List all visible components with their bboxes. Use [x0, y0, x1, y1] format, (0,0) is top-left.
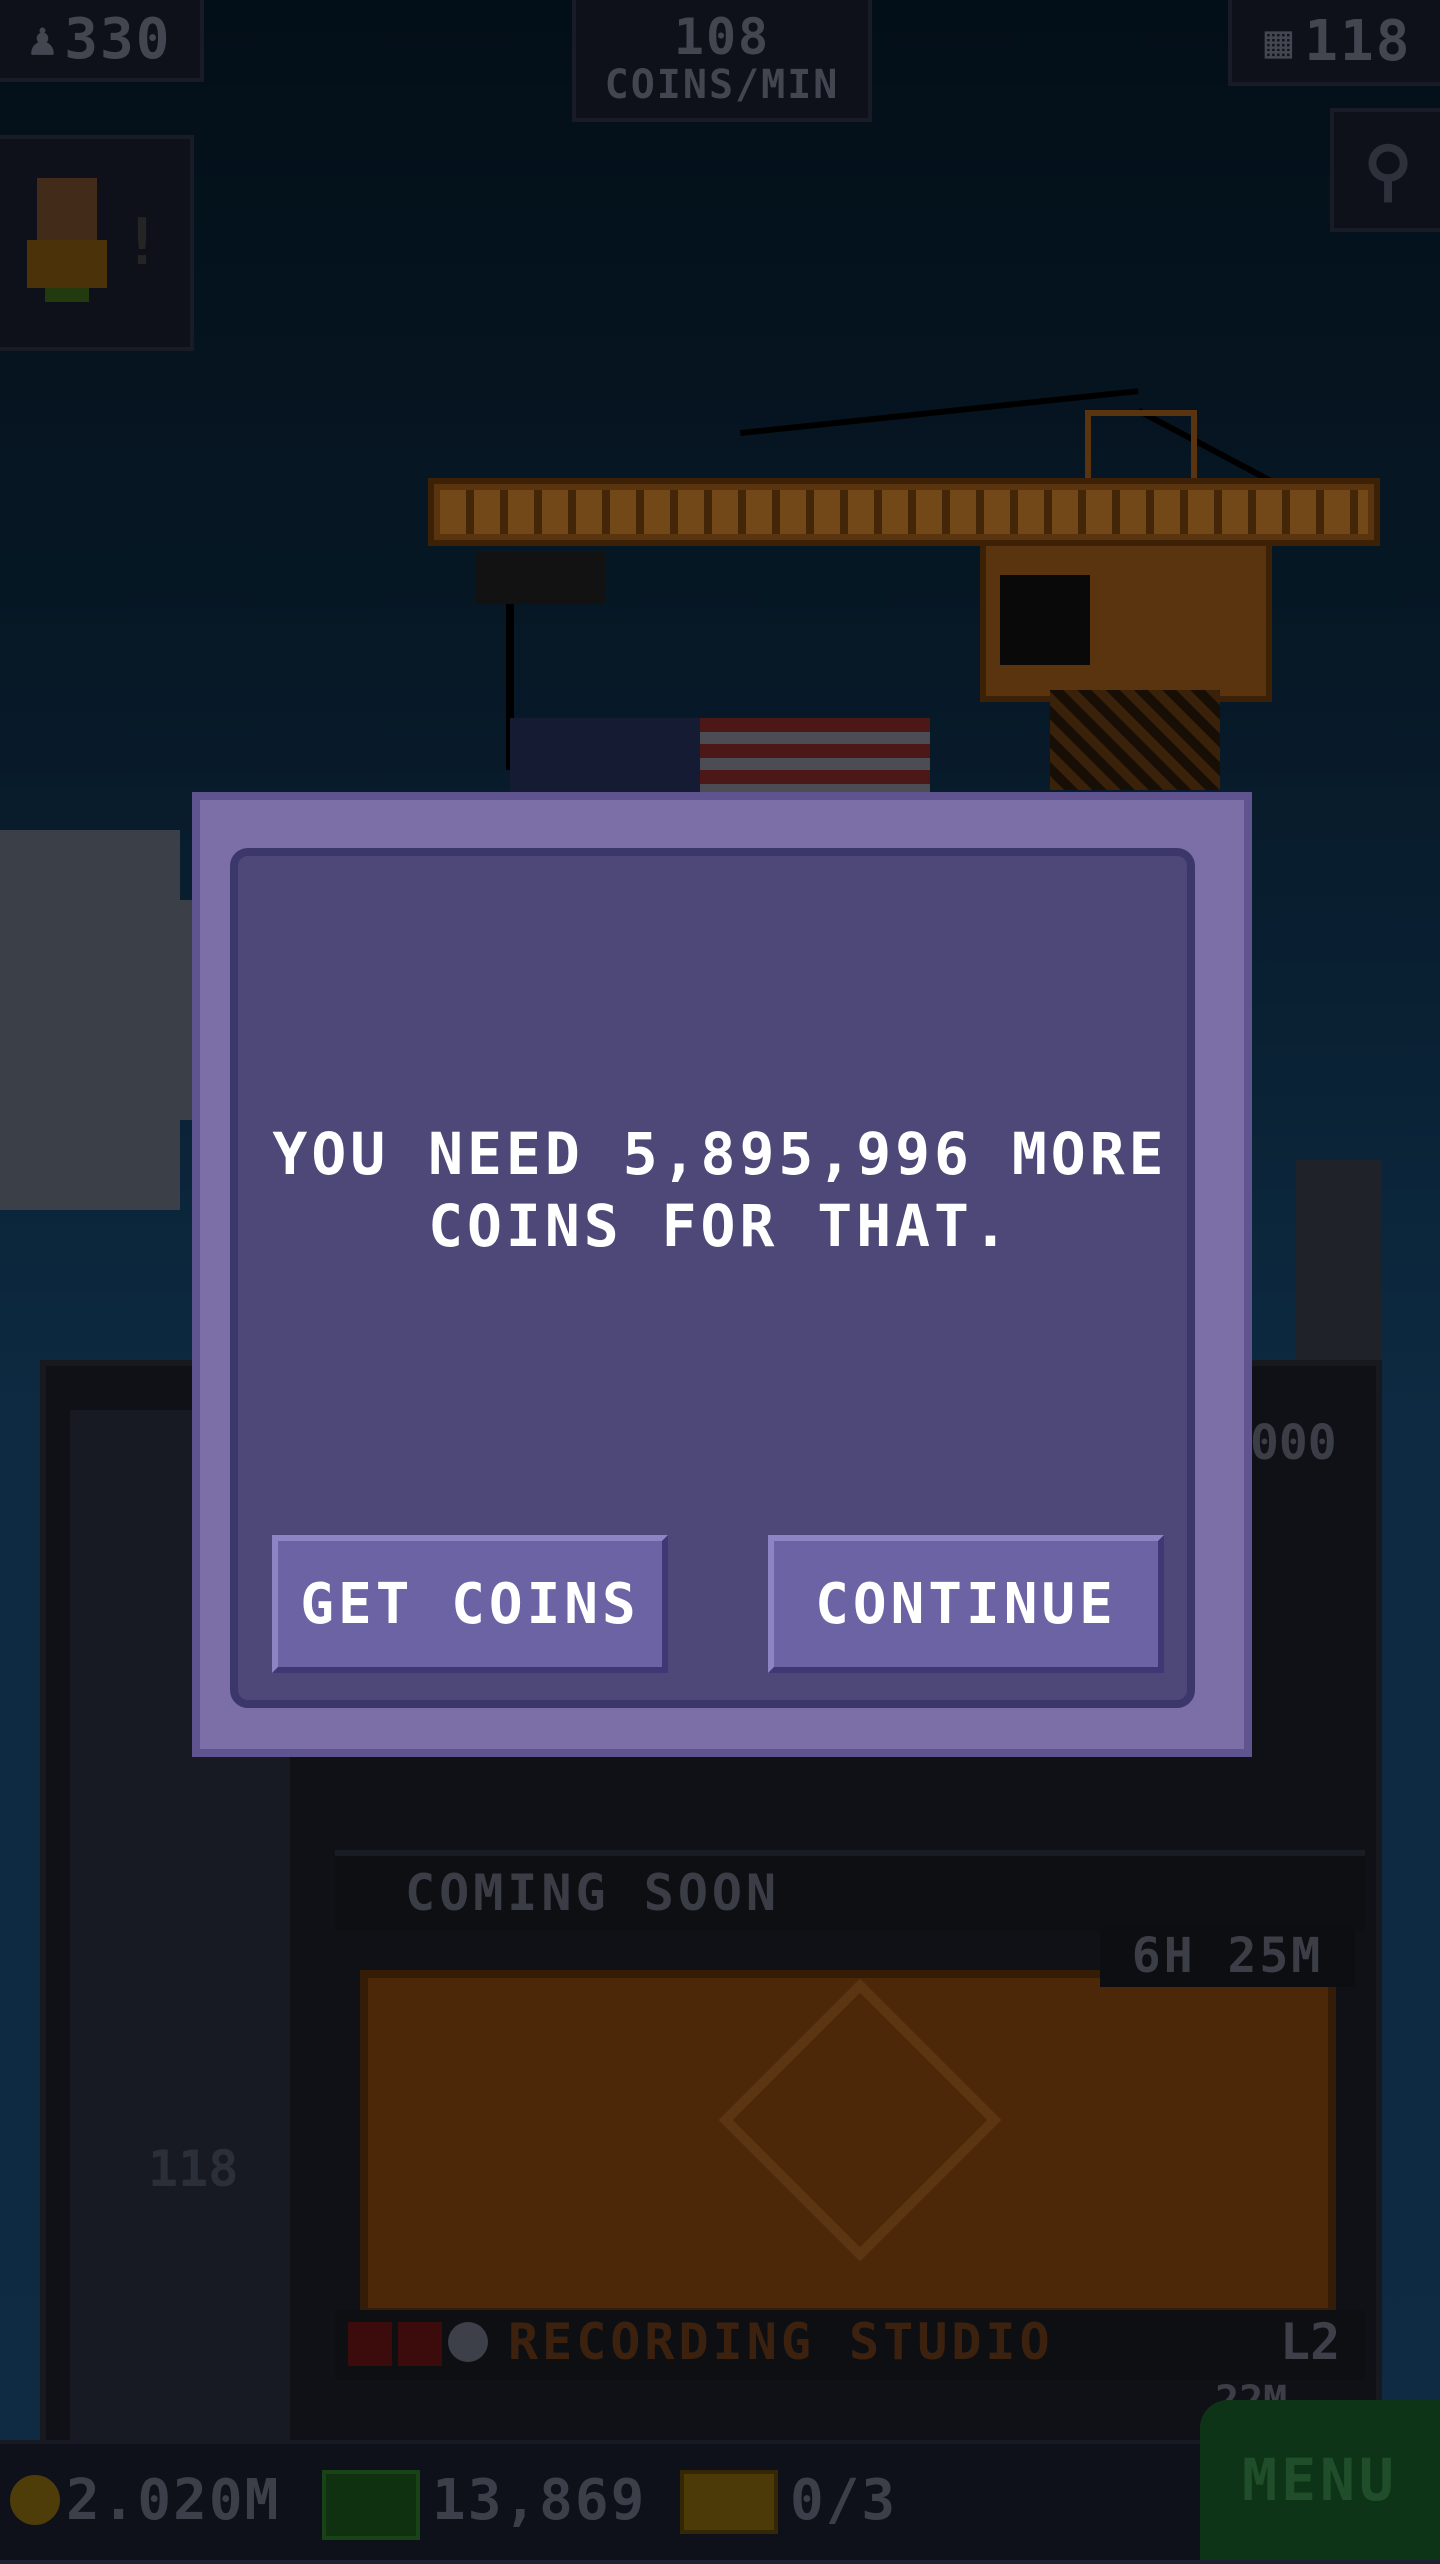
get-coins-button[interactable]: GET COINS	[272, 1535, 668, 1673]
continue-button[interactable]: CONTINUE	[768, 1535, 1164, 1673]
dialog-message: YOU NEED 5,895,996 MORE COINS FOR THAT.	[260, 1118, 1180, 1262]
dialog-message-line2: COINS FOR THAT.	[428, 1192, 1012, 1260]
dialog-message-line1: YOU NEED 5,895,996 MORE	[272, 1120, 1168, 1188]
